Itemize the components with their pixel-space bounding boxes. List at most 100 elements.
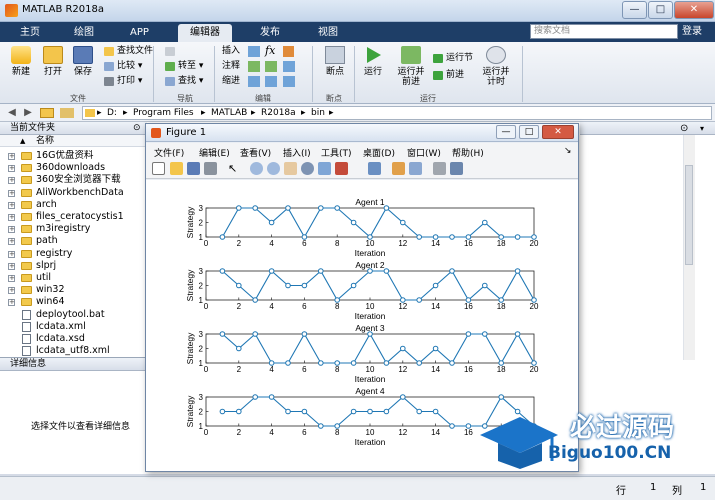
- new-button[interactable]: 新建: [4, 46, 38, 77]
- show-plot-tools-icon[interactable]: [450, 162, 463, 175]
- menubar-dock-icon[interactable]: ↘: [564, 146, 572, 156]
- open-file-icon[interactable]: [170, 162, 183, 175]
- file-list-item[interactable]: + win64: [0, 296, 147, 308]
- rotate-3d-icon[interactable]: [301, 162, 314, 175]
- find-files-button[interactable]: 查找文件: [104, 45, 153, 58]
- brush-icon[interactable]: [335, 162, 348, 175]
- hide-plot-tools-icon[interactable]: [433, 162, 446, 175]
- insert-button[interactable]: 插入: [222, 45, 240, 58]
- pan-hand-icon[interactable]: [284, 162, 297, 175]
- file-list-item[interactable]: + AliWorkbenchData: [0, 187, 147, 199]
- tab-editor[interactable]: 编辑器: [178, 24, 232, 42]
- file-list-item[interactable]: + win32: [0, 284, 147, 296]
- tab-view[interactable]: 视图: [306, 24, 350, 42]
- expand-icon[interactable]: +: [8, 262, 15, 270]
- menu-window[interactable]: 窗口(W): [407, 146, 441, 159]
- file-list-item[interactable]: lcdata_utf8.xml: [0, 345, 147, 357]
- insert-section-icon[interactable]: [248, 46, 260, 57]
- print-button[interactable]: 打印 ▾: [104, 75, 142, 88]
- tab-home[interactable]: 主页: [8, 24, 52, 42]
- indent-button[interactable]: 缩进: [222, 75, 240, 88]
- run-button[interactable]: 运行: [356, 46, 390, 77]
- file-list-item[interactable]: deploytool.bat: [0, 309, 147, 321]
- figure-minimize-button[interactable]: —: [496, 125, 516, 139]
- tab-plots[interactable]: 绘图: [62, 24, 106, 42]
- link-plot-icon[interactable]: [368, 162, 381, 175]
- new-figure-icon[interactable]: [152, 162, 165, 175]
- search-input[interactable]: 搜索文档: [530, 24, 678, 39]
- decrease-indent-icon[interactable]: [283, 76, 295, 87]
- figure-close-button[interactable]: ✕: [542, 125, 574, 139]
- path-crumb-program-files[interactable]: Program Files: [133, 107, 194, 119]
- expand-icon[interactable]: +: [8, 189, 15, 197]
- breakpoints-button[interactable]: 断点: [318, 46, 352, 77]
- uncomment-icon[interactable]: [265, 61, 277, 72]
- expand-icon[interactable]: +: [8, 226, 15, 234]
- expand-icon[interactable]: +: [8, 287, 15, 295]
- name-column-header[interactable]: ▲ 名称: [0, 135, 147, 147]
- path-crumb-matlab[interactable]: MATLAB: [211, 107, 247, 119]
- forward-arrow-icon[interactable]: ▶: [22, 107, 34, 119]
- path-crumb-r2018a[interactable]: R2018a: [261, 107, 296, 119]
- save-button[interactable]: 保存: [66, 46, 100, 77]
- file-list-item[interactable]: +360downloads: [0, 162, 147, 174]
- find-button[interactable]: 查找 ▾: [165, 75, 203, 88]
- path-crumb-bin[interactable]: bin: [311, 107, 325, 119]
- comment-button[interactable]: 注释: [222, 60, 240, 73]
- run-section-button[interactable]: 运行节: [433, 52, 473, 65]
- expand-icon[interactable]: +: [8, 250, 15, 258]
- bookmark-button[interactable]: [165, 45, 178, 58]
- smart-indent-icon[interactable]: [248, 76, 260, 87]
- file-list-item[interactable]: + files_ceratocystis1: [0, 211, 147, 223]
- menu-view[interactable]: 查看(V): [240, 146, 271, 159]
- file-list-item[interactable]: + slprj: [0, 260, 147, 272]
- path-crumb-drive[interactable]: D:: [107, 107, 117, 119]
- comment-percent-icon[interactable]: [248, 61, 260, 72]
- scrollbar-thumb[interactable]: [685, 165, 693, 265]
- expand-icon[interactable]: +: [8, 201, 15, 209]
- login-link[interactable]: 登录: [682, 24, 702, 39]
- expand-icon[interactable]: +: [8, 238, 15, 246]
- colorbar-icon[interactable]: [392, 162, 405, 175]
- back-arrow-icon[interactable]: ◀: [6, 107, 18, 119]
- expand-icon[interactable]: +: [8, 299, 15, 307]
- minimize-button[interactable]: —: [622, 1, 647, 19]
- run-and-advance-button[interactable]: 运行并 前进: [393, 46, 429, 87]
- file-list-item[interactable]: + path: [0, 235, 147, 247]
- tab-apps[interactable]: APP: [118, 24, 161, 42]
- fx-function-icon[interactable]: fx: [265, 44, 275, 57]
- expand-icon[interactable]: +: [8, 153, 15, 160]
- goto-button[interactable]: 转至 ▾: [165, 60, 203, 73]
- print-figure-icon[interactable]: [204, 162, 217, 175]
- zoom-out-icon[interactable]: [267, 162, 280, 175]
- panel-expand-icon[interactable]: ▾: [700, 124, 704, 133]
- open-button[interactable]: 打开: [36, 46, 70, 77]
- figure-maximize-button[interactable]: □: [519, 125, 539, 139]
- menu-desktop[interactable]: 桌面(D): [363, 146, 395, 159]
- path-field[interactable]: ▸ D: ▸ Program Files ▸ MATLAB ▸ R2018a ▸…: [82, 106, 712, 120]
- file-list-item[interactable]: + registry: [0, 248, 147, 260]
- panel-menu-icon[interactable]: ⊙: [133, 123, 141, 133]
- zoom-in-icon[interactable]: [250, 162, 263, 175]
- up-folder-icon[interactable]: [40, 108, 54, 118]
- menu-edit[interactable]: 编辑(E): [199, 146, 230, 159]
- menu-tools[interactable]: 工具(T): [321, 146, 352, 159]
- run-and-time-button[interactable]: 运行并 计时: [478, 46, 514, 87]
- expand-icon[interactable]: +: [8, 177, 15, 185]
- increase-indent-icon[interactable]: [265, 76, 277, 87]
- file-list-item[interactable]: + m3iregistry: [0, 223, 147, 235]
- save-figure-icon[interactable]: [187, 162, 200, 175]
- file-list-item[interactable]: lcdata.xsd: [0, 333, 147, 345]
- expand-icon[interactable]: +: [8, 275, 15, 282]
- panel-menu-icon[interactable]: ⊙: [680, 123, 688, 134]
- wrap-comment-icon[interactable]: [283, 61, 295, 72]
- maximize-button[interactable]: □: [648, 1, 673, 19]
- close-button[interactable]: ✕: [674, 1, 714, 19]
- expand-icon[interactable]: +: [8, 165, 15, 173]
- data-cursor-icon[interactable]: [318, 162, 331, 175]
- file-list-item[interactable]: + util: [0, 272, 147, 284]
- menu-file[interactable]: 文件(F): [154, 146, 184, 159]
- browse-folder-icon[interactable]: [60, 108, 74, 118]
- file-list-item[interactable]: lcdata.xml: [0, 321, 147, 333]
- pointer-arrow-icon[interactable]: ↖: [228, 162, 241, 175]
